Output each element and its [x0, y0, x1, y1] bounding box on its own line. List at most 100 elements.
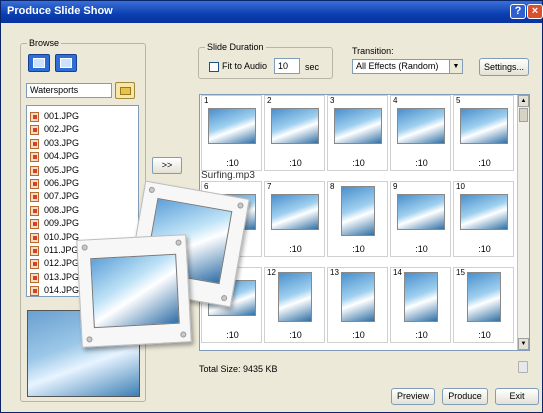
slide-duration[interactable]: :10: [328, 244, 389, 254]
slide-duration[interactable]: :10: [391, 330, 452, 340]
file-name: 001.JPG: [44, 111, 80, 121]
file-name: 009.JPG: [44, 218, 80, 229]
slide-thumbnail[interactable]: [271, 194, 319, 230]
slide-number: 2: [267, 96, 272, 105]
photo-view-button[interactable]: [55, 54, 77, 72]
slide-number: 7: [267, 182, 272, 191]
slide-duration[interactable]: :10: [391, 244, 452, 254]
slide-duration-label: Slide Duration: [205, 42, 266, 52]
slide-thumbnail[interactable]: [271, 108, 319, 144]
slide-duration[interactable]: :10: [454, 330, 515, 340]
slide-duration[interactable]: :10: [454, 244, 515, 254]
storyboard[interactable]: Surfing.mp3 1:10 2:10 3:10 4:10 5:10 6:10 7:10…: [199, 94, 530, 351]
slide-number: 5: [456, 96, 461, 105]
chevron-down-icon[interactable]: ▼: [449, 60, 462, 73]
slide-number: 3: [330, 96, 335, 105]
slide-number: 8: [330, 182, 335, 191]
slide-thumbnail[interactable]: [341, 186, 375, 236]
storyboard-scrollbar[interactable]: ▲ ▼: [517, 95, 529, 350]
image-file-icon: [30, 286, 39, 296]
slide-duration[interactable]: :10: [391, 158, 452, 168]
slide-cell[interactable]: 8 :10: [327, 181, 388, 257]
slide-duration[interactable]: :10: [328, 158, 389, 168]
thumbnail-view-button[interactable]: [28, 54, 50, 72]
mount-hole: [148, 186, 156, 194]
preview-button[interactable]: Preview: [391, 388, 435, 405]
slide-cell[interactable]: 7 :10: [264, 181, 325, 257]
slide-duration[interactable]: :10: [265, 158, 326, 168]
slide-duration[interactable]: :10: [265, 244, 326, 254]
scroll-up-icon[interactable]: ▲: [518, 95, 529, 107]
file-name: 003.JPG: [44, 137, 80, 148]
image-file-icon: [30, 179, 39, 189]
slide-cell[interactable]: 5 :10: [453, 95, 514, 171]
windsurfer-photo: [90, 253, 180, 329]
exit-button[interactable]: Exit: [495, 388, 539, 405]
slide-thumbnail[interactable]: [397, 194, 445, 230]
slide-cell[interactable]: 12 :10: [264, 267, 325, 343]
transition-select[interactable]: All Effects (Random) ▼: [352, 59, 463, 74]
mount-hole: [81, 244, 88, 251]
slide-cell[interactable]: 1 :10: [201, 95, 262, 171]
slide-cell[interactable]: 4 :10: [390, 95, 451, 171]
slide-duration[interactable]: :10: [265, 330, 326, 340]
duration-input[interactable]: 10: [274, 58, 300, 74]
window-title: Produce Slide Show: [7, 5, 113, 17]
camera-icon: [60, 58, 72, 68]
file-name: 002.JPG: [44, 124, 80, 135]
slide-thumbnail[interactable]: [460, 194, 508, 230]
slide-duration[interactable]: :10: [202, 158, 263, 168]
slide-thumbnail[interactable]: [404, 272, 438, 322]
slide-cell[interactable]: 14:10: [390, 267, 451, 343]
slide-thumbnail[interactable]: [208, 108, 256, 144]
slide-number: 12: [267, 268, 276, 277]
file-name: 004.JPG: [44, 151, 80, 162]
slide-duration[interactable]: :10: [454, 158, 515, 168]
slide-thumbnail[interactable]: [334, 108, 382, 144]
slide-thumbnail[interactable]: [278, 272, 312, 322]
slide-number: 6: [204, 182, 209, 191]
open-folder-button[interactable]: [115, 82, 135, 99]
slide-thumbnail[interactable]: [397, 108, 445, 144]
file-name: 013.JPG: [44, 271, 80, 282]
mount-hole: [180, 331, 187, 338]
slide-cell[interactable]: 3 :10: [327, 95, 388, 171]
transition-label: Transition:: [352, 46, 394, 56]
seconds-label: sec: [305, 62, 320, 72]
slide-cell[interactable]: 13:10: [327, 267, 388, 343]
settings-button[interactable]: Settings...: [479, 58, 529, 76]
slide-cell[interactable]: 9:10: [390, 181, 451, 257]
folder-combo[interactable]: Watersports: [26, 83, 112, 98]
slide-thumbnail[interactable]: [341, 272, 375, 322]
close-button[interactable]: ×: [527, 4, 543, 19]
slide-cell[interactable]: 10:10: [453, 181, 514, 257]
image-file-icon: [30, 219, 39, 230]
file-name: 007.JPG: [44, 191, 80, 202]
image-file-icon: [30, 192, 39, 203]
slide-number: 4: [393, 96, 398, 105]
title-bar[interactable]: Produce Slide Show ? ×: [1, 1, 543, 23]
file-name: 005.JPG: [44, 164, 80, 175]
file-name: 010.JPG: [44, 231, 80, 242]
trash-icon[interactable]: [518, 361, 528, 373]
slide-cell[interactable]: 15:10: [453, 267, 514, 343]
scroll-thumb[interactable]: [519, 108, 528, 122]
fit-to-audio-checkbox[interactable]: [209, 62, 219, 72]
scroll-down-icon[interactable]: ▼: [518, 338, 529, 350]
mount-hole: [237, 202, 244, 210]
produce-button[interactable]: Produce: [442, 388, 488, 405]
image-file-icon: [30, 165, 39, 176]
help-button[interactable]: ?: [510, 4, 526, 19]
slide-duration[interactable]: :10: [202, 330, 263, 340]
slide-cell[interactable]: 2 :10: [264, 95, 325, 171]
file-name: 012.JPG: [44, 258, 80, 269]
slide-thumbnail[interactable]: [460, 108, 508, 144]
slide-thumbnail[interactable]: [467, 272, 501, 322]
slide-number: 1: [204, 96, 209, 105]
add-to-storyboard-button[interactable]: >>: [152, 157, 182, 174]
slide-duration[interactable]: :10: [328, 330, 389, 340]
monitor-icon: [33, 58, 45, 68]
slide-mount-front: [76, 234, 192, 348]
image-file-icon: [30, 272, 39, 283]
image-file-icon: [30, 152, 39, 163]
